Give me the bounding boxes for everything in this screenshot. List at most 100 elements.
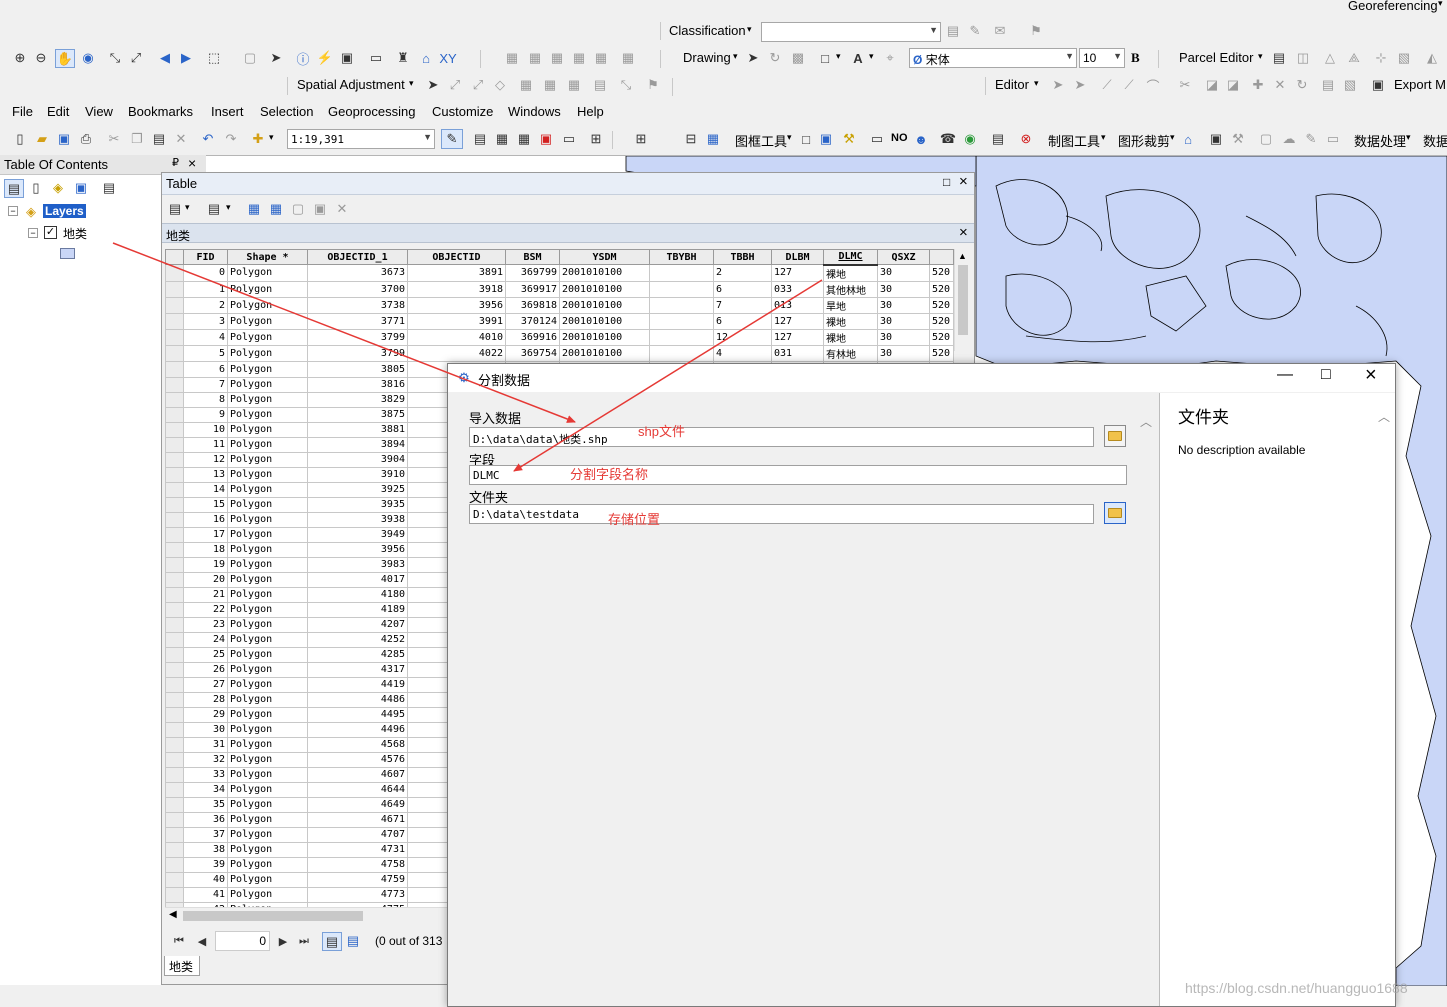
toolbar-grip[interactable] bbox=[1158, 50, 1159, 68]
table-cell[interactable]: Polygon bbox=[227, 280, 308, 298]
classification-menu[interactable]: Classification bbox=[669, 23, 746, 38]
row-selector[interactable] bbox=[165, 796, 184, 813]
table-cell[interactable]: 127 bbox=[771, 328, 824, 346]
html-popup-icon[interactable]: ▣ bbox=[339, 50, 355, 66]
straight-segment-icon[interactable]: ⟋ bbox=[1099, 77, 1115, 93]
switch-selection-icon[interactable]: ▦ bbox=[268, 201, 284, 217]
arctoolbox-icon[interactable]: ▣ bbox=[538, 131, 554, 147]
table-cell[interactable]: 裸地 bbox=[823, 264, 878, 282]
table-cell[interactable]: 4207 bbox=[307, 616, 408, 633]
table-cell[interactable]: 31 bbox=[183, 736, 228, 753]
table-cell[interactable]: Polygon bbox=[227, 661, 308, 678]
model-builder-icon[interactable]: ⊞ bbox=[588, 131, 604, 147]
previous-record-icon[interactable]: ◀ bbox=[194, 933, 210, 949]
row-selector[interactable] bbox=[165, 328, 184, 346]
table-cell[interactable]: 37 bbox=[183, 826, 228, 843]
menu-file[interactable]: File bbox=[12, 104, 33, 119]
table-cell[interactable]: 2 bbox=[713, 264, 772, 282]
table-cell[interactable]: 裸地 bbox=[823, 328, 878, 346]
table-cell[interactable]: 19 bbox=[183, 556, 228, 573]
python-window-icon[interactable]: ▭ bbox=[561, 131, 577, 147]
globe-icon[interactable]: ◉ bbox=[80, 50, 96, 66]
row-selector[interactable] bbox=[165, 856, 184, 873]
maximize-icon[interactable]: □ bbox=[943, 175, 950, 189]
table-cell[interactable]: 2001010100 bbox=[559, 280, 650, 298]
scroll-up-arrow-icon[interactable]: ▲ bbox=[958, 251, 967, 261]
layer-name[interactable]: 地类 bbox=[63, 225, 87, 242]
options-icon[interactable]: ▤ bbox=[101, 180, 117, 196]
table-cell[interactable]: 12 bbox=[713, 328, 772, 346]
fixed-zoom-out-icon[interactable]: ⤢ bbox=[128, 50, 144, 66]
table-cell[interactable]: 3956 bbox=[407, 296, 506, 314]
parcel-editor-menu[interactable]: Parcel Editor bbox=[1179, 50, 1253, 65]
table-cell[interactable]: Polygon bbox=[227, 466, 308, 483]
input-data-field[interactable]: D:\data\data\地类.shp bbox=[469, 427, 1094, 447]
row-selector[interactable] bbox=[165, 781, 184, 798]
adjust-icon[interactable]: ⤡ bbox=[618, 77, 634, 93]
adjust-icon[interactable]: ▤ bbox=[592, 77, 608, 93]
chevron-down-icon[interactable]: ▾ bbox=[185, 202, 190, 213]
table-cell[interactable]: Polygon bbox=[227, 721, 308, 738]
table-cell[interactable]: 23 bbox=[183, 616, 228, 633]
table-of-contents-icon[interactable]: ▤ bbox=[472, 131, 488, 147]
table-cell[interactable]: Polygon bbox=[227, 781, 308, 798]
table-cell[interactable]: 5 bbox=[183, 344, 228, 362]
table-options-icon[interactable]: ▤ bbox=[167, 201, 183, 217]
zoom-in-icon[interactable]: ⊕ bbox=[12, 50, 28, 66]
first-record-icon[interactable]: ⏮ bbox=[171, 933, 187, 949]
table-cell[interactable]: Polygon bbox=[227, 556, 308, 573]
export-map-icon[interactable]: ▣ bbox=[1370, 77, 1386, 93]
row-selector[interactable] bbox=[165, 826, 184, 843]
select-elements-icon[interactable]: ➤ bbox=[745, 50, 761, 66]
table-cell[interactable]: 3938 bbox=[307, 511, 408, 528]
table-cell[interactable]: Polygon bbox=[227, 736, 308, 753]
table-cell[interactable]: 3956 bbox=[307, 541, 408, 558]
parcel-icon[interactable]: ▧ bbox=[1396, 50, 1412, 66]
table-cell[interactable]: Polygon bbox=[227, 511, 308, 528]
split-icon[interactable]: ✂ bbox=[1177, 77, 1193, 93]
chevron-down-icon[interactable]: ▾ bbox=[226, 202, 231, 213]
cut-icon[interactable]: ✂ bbox=[106, 131, 122, 147]
menu-help[interactable]: Help bbox=[577, 104, 604, 119]
table-cell[interactable]: 13 bbox=[183, 466, 228, 483]
trace-icon[interactable]: ⌒ bbox=[1145, 77, 1161, 94]
record-number-field[interactable]: 0 bbox=[215, 931, 270, 951]
table-cell[interactable]: 4759 bbox=[307, 871, 408, 888]
histogram-icon[interactable]: ▤ bbox=[945, 23, 961, 39]
table-row[interactable]: 5 Polygon 3799 4022 369754 2001010100 4 031 有林地 3… bbox=[165, 344, 954, 362]
computer-icon[interactable]: ▣ bbox=[818, 131, 834, 147]
chevron-down-icon[interactable]: ▾ bbox=[1258, 51, 1263, 62]
row-selector[interactable] bbox=[165, 571, 184, 588]
table-cell[interactable]: 6 bbox=[183, 360, 228, 378]
row-selector[interactable] bbox=[165, 344, 184, 362]
scroll-up-arrow-icon[interactable]: ︿ bbox=[1378, 408, 1390, 425]
table-cell[interactable]: 4644 bbox=[307, 781, 408, 798]
row-selector[interactable] bbox=[165, 721, 184, 738]
chevron-down-icon[interactable]: ▾ bbox=[1034, 78, 1039, 89]
table-cell[interactable]: 3894 bbox=[307, 436, 408, 453]
table-cell[interactable]: Polygon bbox=[227, 264, 308, 282]
column-header[interactable] bbox=[929, 249, 954, 265]
list-by-source-icon[interactable]: ▯ bbox=[28, 180, 44, 196]
measure-icon[interactable]: ▭ bbox=[368, 50, 384, 66]
table-cell[interactable]: 18 bbox=[183, 541, 228, 558]
parcel-icon[interactable]: △ bbox=[1322, 50, 1338, 66]
chevron-down-icon[interactable]: ▾ bbox=[836, 51, 841, 62]
row-selector[interactable] bbox=[165, 280, 184, 298]
table-cell[interactable]: 28 bbox=[183, 691, 228, 708]
table-cell[interactable]: 17 bbox=[183, 526, 228, 543]
column-header[interactable]: Shape * bbox=[227, 249, 308, 265]
table-cell[interactable]: Polygon bbox=[227, 751, 308, 768]
menu-customize[interactable]: Customize bbox=[432, 104, 493, 119]
table-cell[interactable]: Polygon bbox=[227, 571, 308, 588]
table-cell[interactable]: 20 bbox=[183, 571, 228, 588]
table-cell[interactable]: Polygon bbox=[227, 856, 308, 873]
scrollbar-thumb[interactable] bbox=[183, 911, 363, 921]
table-cell[interactable]: 4285 bbox=[307, 646, 408, 663]
table-row[interactable]: 2 Polygon 3738 3956 369818 2001010100 7 013 旱地 30… bbox=[165, 296, 954, 314]
adjust-icon[interactable]: ⚑ bbox=[645, 77, 661, 93]
table-cell[interactable]: 127 bbox=[771, 264, 824, 282]
table-cell[interactable]: 30 bbox=[877, 296, 930, 314]
table-cell[interactable]: 7 bbox=[183, 376, 228, 393]
row-selector-header[interactable] bbox=[165, 249, 184, 265]
